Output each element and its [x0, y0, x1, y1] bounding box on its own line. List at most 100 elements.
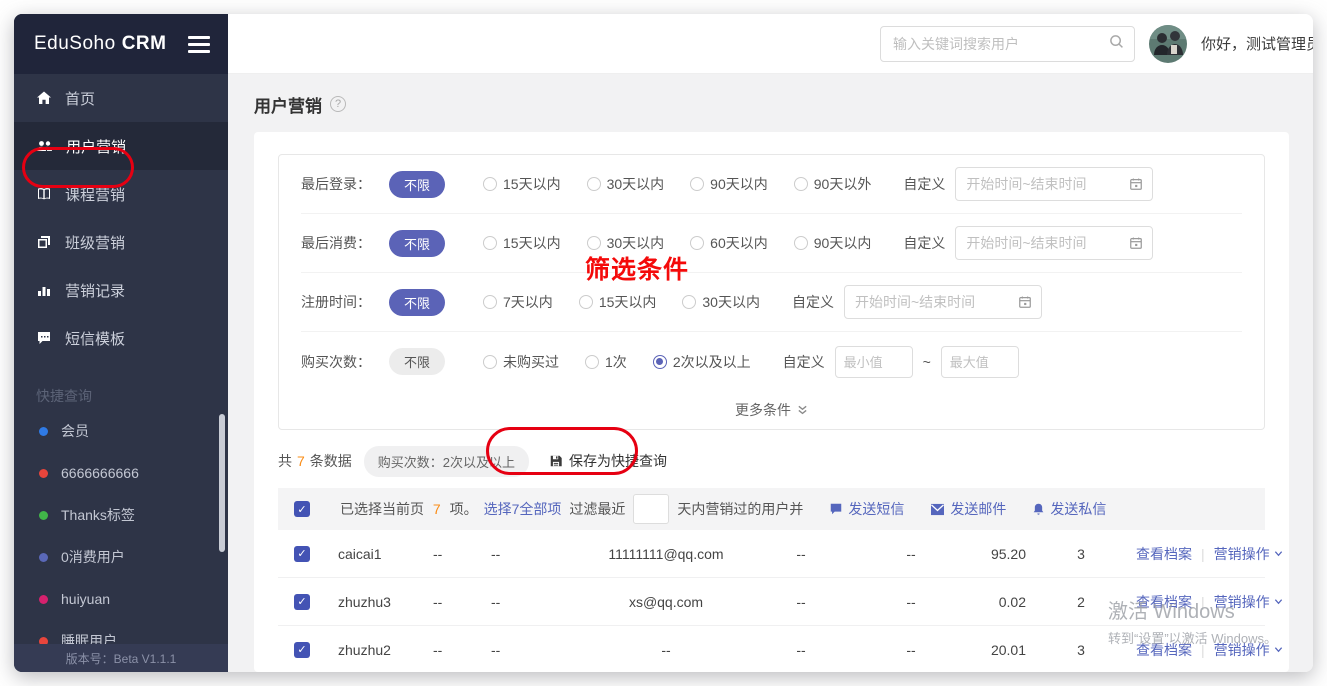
filter-recent-prefix: 过滤最近 — [569, 499, 625, 519]
radio-option[interactable]: 30天以内 — [587, 174, 665, 194]
date-range-input[interactable]: 开始时间~结束时间 — [955, 226, 1153, 260]
date-range-input[interactable]: 开始时间~结束时间 — [844, 285, 1042, 319]
radio-option[interactable]: 60天以内 — [690, 233, 768, 253]
sidebar-scrollbar[interactable] — [219, 414, 225, 552]
cell-email: xs@qq.com — [586, 594, 746, 610]
quick-query-label: 睡眠用户 — [61, 631, 117, 644]
view-profile-link[interactable]: 查看档案 — [1136, 544, 1192, 564]
quick-query-label: huiyuan — [61, 591, 110, 607]
action-发送短信[interactable]: 发送短信 — [829, 499, 904, 519]
avatar[interactable] — [1149, 25, 1187, 63]
radio-label: 90天以外 — [814, 174, 872, 194]
page-content: 用户营销 ? 最后登录：不限15天以内30天以内90天以内90天以外自定义开始时… — [228, 74, 1313, 672]
row-checkbox[interactable]: ✓ — [294, 642, 310, 658]
selected-count: 7 — [433, 501, 441, 517]
filter-row: 最后登录：不限15天以内30天以内90天以内90天以外自定义开始时间~结束时间 — [301, 155, 1242, 214]
sidebar-item-课程营销[interactable]: 课程营销 — [14, 170, 228, 218]
action-发送邮件[interactable]: 发送邮件 — [930, 499, 1006, 519]
table-row: ✓caicai1----11111111@qq.com----95.203查看档… — [278, 530, 1265, 578]
radio-label: 未购买过 — [503, 352, 559, 372]
radio-option[interactable]: 15天以内 — [483, 174, 561, 194]
calendar-icon[interactable] — [1129, 236, 1143, 250]
radio-icon — [585, 355, 599, 369]
select-all-link[interactable]: 选择7全部项 — [484, 499, 562, 519]
sidebar-item-短信模板[interactable]: 短信模板 — [14, 314, 228, 362]
cell-count: 3 — [1026, 642, 1136, 658]
double-chevron-down-icon — [797, 404, 808, 416]
filter-row-label: 最后登录： — [301, 174, 389, 194]
quick-query-item[interactable]: 0消费用户 — [14, 536, 228, 578]
sidebar-item-营销记录[interactable]: 营销记录 — [14, 266, 228, 314]
view-profile-link[interactable]: 查看档案 — [1136, 640, 1192, 660]
days-input[interactable] — [633, 494, 669, 524]
radio-option[interactable]: 90天以内 — [690, 174, 768, 194]
unlimited-pill[interactable]: 不限 — [389, 289, 445, 316]
max-value-input[interactable]: 最大值 — [941, 346, 1019, 378]
radio-label: 7天以内 — [503, 292, 553, 312]
chevron-down-icon — [1274, 549, 1283, 558]
quick-query-item[interactable]: huiyuan — [14, 578, 228, 620]
unlimited-pill[interactable]: 不限 — [389, 348, 445, 375]
quick-query-item[interactable]: 睡眠用户 — [14, 620, 228, 644]
user-table: ✓caicai1----11111111@qq.com----95.203查看档… — [278, 530, 1265, 672]
marketing-action-link[interactable]: 营销操作 — [1214, 592, 1283, 612]
quick-query-item[interactable]: 6666666666 — [14, 452, 228, 494]
radio-option[interactable]: 2次以及以上 — [653, 352, 751, 372]
action-发送私信[interactable]: 发送私信 — [1032, 499, 1106, 519]
radio-option[interactable]: 未购买过 — [483, 352, 559, 372]
radio-option[interactable]: 15天以内 — [579, 292, 657, 312]
hamburger-menu-icon[interactable] — [188, 36, 210, 53]
sidebar-item-首页[interactable]: 首页 — [14, 74, 228, 122]
color-dot-icon — [39, 427, 48, 436]
action-separator: | — [1201, 594, 1205, 610]
radio-label: 30天以内 — [607, 233, 665, 253]
select-all-checkbox[interactable]: ✓ — [294, 501, 310, 517]
quick-query-item[interactable]: 会员 — [14, 410, 228, 452]
sidebar-item-label: 课程营销 — [65, 184, 125, 205]
radio-option[interactable]: 30天以内 — [587, 233, 665, 253]
custom-label: 自定义 — [783, 352, 825, 372]
results-count: 7 — [297, 453, 305, 469]
range-separator: ~ — [923, 354, 931, 370]
users-icon — [36, 138, 53, 154]
radio-option[interactable]: 7天以内 — [483, 292, 553, 312]
color-dot-icon — [39, 553, 48, 562]
min-value-input[interactable]: 最小值 — [835, 346, 913, 378]
more-conditions-label: 更多条件 — [735, 400, 791, 420]
row-checkbox[interactable]: ✓ — [294, 546, 310, 562]
row-checkbox[interactable]: ✓ — [294, 594, 310, 610]
action-label: 发送邮件 — [950, 499, 1006, 519]
calendar-icon[interactable] — [1018, 295, 1032, 309]
unlimited-pill[interactable]: 不限 — [389, 230, 445, 257]
date-range-placeholder: 开始时间~结束时间 — [966, 174, 1129, 194]
radio-option[interactable]: 1次 — [585, 352, 627, 372]
save-quick-query-button[interactable]: 保存为快捷查询 — [549, 451, 667, 471]
marketing-action-link[interactable]: 营销操作 — [1214, 640, 1283, 660]
chart-icon — [36, 282, 52, 298]
search-input[interactable]: 输入关键词搜索用户 — [880, 26, 1135, 62]
app-logo: EduSohoCRM — [14, 14, 228, 74]
marketing-action-label: 营销操作 — [1214, 592, 1270, 612]
quick-query-item[interactable]: Thanks标签 — [14, 494, 228, 536]
more-conditions-button[interactable]: 更多条件 — [301, 391, 1242, 429]
quick-query-label: 会员 — [61, 421, 89, 441]
active-filter-tag[interactable]: 购买次数：2次以及以上 — [364, 446, 529, 477]
action-separator: | — [1201, 642, 1205, 658]
radio-option[interactable]: 30天以内 — [682, 292, 760, 312]
user-greeting[interactable]: 你好，测试管理员 — [1201, 33, 1313, 54]
row-checkbox-cell: ✓ — [294, 594, 338, 610]
calendar-icon[interactable] — [1129, 177, 1143, 191]
cell-count: 2 — [1026, 594, 1136, 610]
marketing-action-link[interactable]: 营销操作 — [1214, 544, 1283, 564]
radio-option[interactable]: 15天以内 — [483, 233, 561, 253]
sidebar-item-班级营销[interactable]: 班级营销 — [14, 218, 228, 266]
date-range-input[interactable]: 开始时间~结束时间 — [955, 167, 1153, 201]
sidebar-item-用户营销[interactable]: 用户营销 — [14, 122, 228, 170]
cell-username: zhuzhu2 — [338, 642, 433, 658]
help-icon[interactable]: ? — [330, 96, 346, 112]
radio-option[interactable]: 90天以外 — [794, 174, 872, 194]
radio-option[interactable]: 90天以内 — [794, 233, 872, 253]
view-profile-link[interactable]: 查看档案 — [1136, 592, 1192, 612]
search-icon[interactable] — [1109, 34, 1124, 54]
unlimited-pill[interactable]: 不限 — [389, 171, 445, 198]
